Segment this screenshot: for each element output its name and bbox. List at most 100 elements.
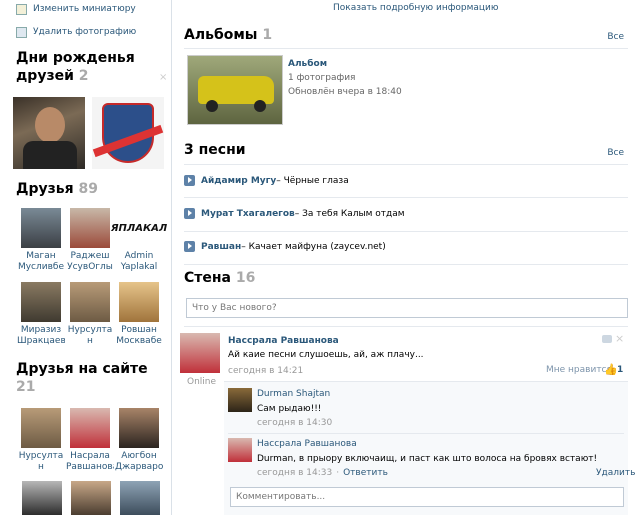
song-artist[interactable]: Мурат Тхагалегов	[201, 209, 295, 219]
avatar	[119, 282, 159, 322]
avatar[interactable]	[22, 481, 62, 515]
birthday-friend-photo-1[interactable]	[13, 97, 85, 169]
divider	[184, 231, 628, 232]
comment-time[interactable]: сегодня в 14:33	[257, 468, 332, 478]
divider	[184, 197, 628, 198]
avatar	[70, 208, 110, 248]
birthday-friend-photo-2[interactable]	[92, 97, 164, 169]
friends-title: Друзья 89	[16, 180, 98, 198]
friend-item[interactable]: Нурсулта н	[66, 282, 114, 347]
avatar	[70, 408, 110, 448]
divider	[184, 264, 628, 265]
comment-time[interactable]: сегодня в 14:30	[257, 418, 332, 428]
show-details-link[interactable]: Показать подробную информацию	[333, 3, 498, 13]
wall-header: Стена 16	[184, 270, 255, 286]
friend-item[interactable]: ЯПЛАКАЛ Admin Yaplakal	[111, 208, 167, 273]
album-name-link[interactable]: Альбом	[288, 59, 327, 69]
post-author-name[interactable]: Нассрала Равшанова	[228, 336, 339, 346]
song-artist[interactable]: Айдамир Мугу	[201, 176, 276, 186]
song-title: – Качает майфуна (zaycev.net)	[241, 241, 386, 252]
birthdays-title-line1: Дни рожденья	[16, 50, 135, 66]
comment-avatar[interactable]	[228, 438, 252, 462]
friend-name[interactable]: Миразиз Шракцаев	[17, 325, 65, 347]
album-cover[interactable]	[187, 55, 283, 125]
comment-author-name[interactable]: Нассрала Равшанова	[257, 439, 357, 449]
birthdays-title: Дни рожденья друзей 2	[16, 49, 135, 85]
comment-text: Durman, в прыору включаищ, и паст как шт…	[257, 454, 598, 464]
avatar[interactable]	[120, 481, 160, 515]
delete-photo-label: Удалить фотографию	[33, 27, 137, 37]
comment-text: Сам рыдаю!!!	[257, 404, 322, 414]
wall-post-input[interactable]: Что у Вас нового?	[186, 298, 628, 318]
delete-icon[interactable]: ×	[615, 332, 624, 345]
albums-title: Альбомы	[184, 27, 258, 43]
comment-input[interactable]: Комментировать...	[230, 487, 624, 507]
song-row[interactable]: Равшан – Качает майфуна (zaycev.net)	[184, 241, 386, 252]
friend-name[interactable]: Насрала Равшанова	[66, 451, 114, 473]
friend-item[interactable]: Раджеш УсувОглы	[66, 208, 114, 273]
birthdays-count: 2	[78, 68, 89, 84]
song-title: – Чёрные глаза	[276, 175, 349, 186]
like-icon[interactable]: 👍	[604, 363, 618, 376]
change-thumbnail-link[interactable]: Изменить миниатюру	[16, 2, 136, 16]
online-friend-item[interactable]: Аюгбон Джарваро	[115, 408, 163, 473]
wall-count: 16	[235, 270, 256, 286]
comment-author-name[interactable]: Durman Shajtan	[257, 389, 330, 399]
change-thumbnail-label: Изменить миниатюру	[33, 4, 136, 14]
song-artist[interactable]: Равшан	[201, 242, 241, 252]
friend-name[interactable]: Нурсулта н	[17, 451, 65, 473]
like-count[interactable]: 1	[617, 365, 623, 375]
avatar[interactable]	[71, 481, 111, 515]
close-icon[interactable]: ×	[159, 72, 167, 83]
songs-all-link[interactable]: Все	[607, 148, 624, 158]
song-row[interactable]: Айдамир Мугу – Чёрные глаза	[184, 175, 349, 186]
divider	[184, 48, 628, 49]
songs-header: 3 песни	[184, 142, 246, 158]
photo-delete-icon	[16, 26, 27, 38]
divider	[228, 433, 624, 434]
friend-name[interactable]: Маган Мусливбе	[17, 251, 65, 273]
online-count: 21	[16, 379, 36, 395]
online-friend-item[interactable]: Нурсулта н	[17, 408, 65, 473]
wall-title: Стена	[184, 270, 232, 286]
post-author-avatar[interactable]	[180, 333, 220, 373]
play-icon[interactable]	[184, 208, 195, 219]
separator: ·	[336, 468, 340, 478]
divider	[184, 326, 628, 327]
friend-item[interactable]: Ровшан Москвабе	[115, 282, 163, 347]
reply-link[interactable]: Ответить	[343, 468, 388, 478]
friends-title-label: Друзья	[16, 181, 74, 197]
online-title-label: Друзья на сайте	[16, 361, 148, 377]
online-friend-item[interactable]: Насрала Равшанова	[66, 408, 114, 473]
albums-count: 1	[262, 27, 273, 43]
friend-name[interactable]: Аюгбон Джарваро	[115, 451, 163, 473]
birthdays-title-line2: друзей	[16, 68, 74, 84]
friend-name[interactable]: Admin Yaplakal	[115, 251, 163, 273]
comment-avatar[interactable]	[228, 388, 252, 412]
songs-title: 3 песни	[184, 142, 246, 158]
avatar	[21, 408, 61, 448]
delete-comment-link[interactable]: Удалить	[596, 468, 635, 478]
avatar	[119, 408, 159, 448]
friends-count: 89	[78, 181, 98, 197]
left-column: Изменить миниатюру Удалить фотографию Дн…	[0, 0, 172, 515]
pencil-icon	[16, 3, 27, 15]
friend-item[interactable]: Маган Мусливбе	[17, 208, 65, 273]
comment-icon[interactable]	[602, 335, 612, 343]
friend-name[interactable]: Нурсулта н	[66, 325, 114, 347]
body-shape	[23, 141, 77, 169]
song-row[interactable]: Мурат Тхагалегов – За тебя Калым отдам	[184, 208, 405, 219]
friend-item[interactable]: Миразиз Шракцаев	[17, 282, 65, 347]
friend-name[interactable]: Ровшан Москвабе	[115, 325, 163, 347]
avatar	[21, 208, 61, 248]
divider	[184, 164, 628, 165]
post-text: Ай каие песни слушоешь, ай, аж плачу...	[228, 350, 424, 360]
friend-name[interactable]: Раджеш УсувОглы	[66, 251, 114, 273]
albums-all-link[interactable]: Все	[607, 32, 624, 42]
comment-meta: сегодня в 14:33 · Ответить	[257, 468, 388, 478]
play-icon[interactable]	[184, 175, 195, 186]
like-label[interactable]: Мне нравится	[546, 365, 612, 375]
post-time[interactable]: сегодня в 14:21	[228, 366, 303, 376]
delete-photo-link[interactable]: Удалить фотографию	[16, 25, 136, 39]
play-icon[interactable]	[184, 241, 195, 252]
